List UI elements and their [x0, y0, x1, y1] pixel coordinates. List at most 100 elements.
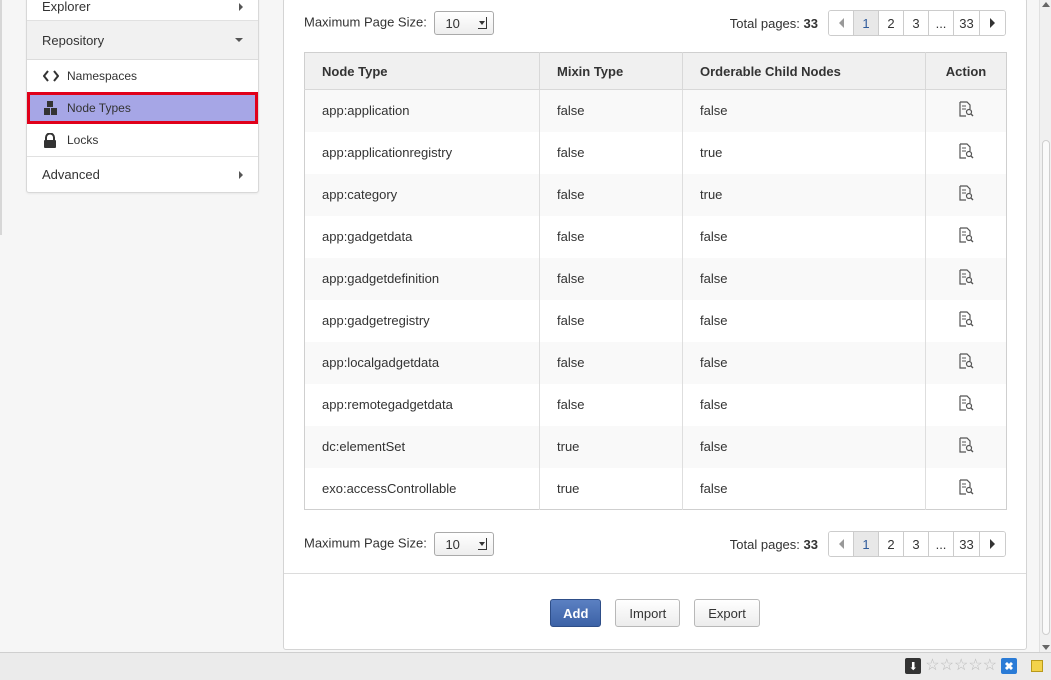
page-link[interactable]: 2: [879, 11, 904, 35]
sidebar-section-label: Advanced: [42, 167, 100, 182]
node-type-cell: app:localgadgetdata: [304, 341, 540, 384]
column-header-action: Action: [925, 52, 1007, 90]
page-ellipsis: ...: [929, 11, 954, 35]
view-document-icon[interactable]: [958, 353, 974, 372]
orderable-cell: false: [682, 425, 926, 468]
page-links: 1 2 3 ... 33: [828, 531, 1006, 557]
node-type-cell: app:gadgetregistry: [304, 299, 540, 342]
dropdown-arrow-icon: [478, 538, 488, 550]
download-icon[interactable]: ⬇: [905, 658, 922, 674]
node-types-table: Node Type Mixin Type Orderable Child Nod…: [304, 52, 1007, 510]
view-document-icon[interactable]: [958, 311, 974, 330]
column-header-orderable[interactable]: Orderable Child Nodes: [682, 52, 926, 90]
sidebar-item-label: Locks: [67, 133, 99, 147]
next-page-button[interactable]: [980, 532, 1005, 556]
action-cell: [925, 341, 1007, 384]
page-size-value: 10: [445, 15, 460, 31]
page-links: 1 2 3 ... 33: [828, 10, 1006, 36]
page-size-label: Maximum Page Size:: [304, 14, 427, 30]
action-cell: [925, 173, 1007, 216]
page-size-value: 10: [445, 536, 460, 552]
sidebar-item-namespaces[interactable]: Namespaces: [27, 60, 258, 92]
node-types-icon: [43, 100, 67, 116]
table-row: exo:accessControllable true false: [304, 467, 1007, 510]
action-cell: [925, 425, 1007, 468]
page-link[interactable]: 2: [879, 532, 904, 556]
orderable-cell: false: [682, 89, 926, 132]
prev-page-button[interactable]: [829, 532, 854, 556]
mixin-type-cell: false: [539, 257, 683, 300]
import-button[interactable]: Import: [615, 599, 681, 627]
node-type-cell: app:gadgetdata: [304, 215, 540, 258]
action-cell: [925, 467, 1007, 510]
column-header-mixin-type[interactable]: Mixin Type: [539, 52, 683, 90]
view-document-icon[interactable]: [958, 269, 974, 288]
sidebar-item-label: Namespaces: [67, 69, 138, 83]
star-rating-icon[interactable]: ☆☆☆☆☆: [925, 658, 997, 674]
orderable-cell: false: [682, 257, 926, 300]
add-button[interactable]: Add: [550, 599, 602, 627]
caret-down-icon: [235, 38, 243, 42]
sidebar-section-explorer[interactable]: Explorer: [27, 0, 258, 21]
view-document-icon[interactable]: [958, 437, 974, 456]
mixin-type-cell: false: [539, 89, 683, 132]
chevron-left-icon: [838, 18, 844, 28]
sidebar-item-label: Node Types: [67, 101, 131, 115]
table-row: app:remotegadgetdata false false: [304, 383, 1007, 426]
mixin-type-cell: false: [539, 299, 683, 342]
view-document-icon[interactable]: [958, 227, 974, 246]
node-type-cell: app:gadgetdefinition: [304, 257, 540, 300]
sidebar-section-advanced[interactable]: Advanced: [27, 156, 258, 192]
table-row: app:applicationregistry false true: [304, 131, 1007, 174]
next-page-button[interactable]: [980, 11, 1005, 35]
total-pages: Total pages: 33: [730, 537, 818, 552]
view-document-icon[interactable]: [958, 143, 974, 162]
page-link[interactable]: 1: [854, 11, 879, 35]
orderable-cell: false: [682, 383, 926, 426]
page-link[interactable]: 3: [904, 532, 929, 556]
chevron-right-icon: [990, 18, 995, 28]
total-pages-label: Total pages:: [729, 15, 800, 31]
action-cell: [925, 257, 1007, 300]
bottom-pager: Maximum Page Size: 10 Total pages: 33 1 …: [304, 531, 1006, 557]
view-document-icon[interactable]: [958, 479, 974, 498]
page-size-select[interactable]: 10: [434, 11, 495, 35]
table-row: app:application false false: [304, 89, 1007, 132]
page-size-select[interactable]: 10: [434, 532, 495, 556]
page-link[interactable]: 33: [954, 11, 980, 35]
view-document-icon[interactable]: [958, 185, 974, 204]
page-link[interactable]: 3: [904, 11, 929, 35]
action-cell: [925, 383, 1007, 426]
sidebar-section-label: Repository: [42, 32, 105, 48]
view-document-icon[interactable]: [958, 395, 974, 414]
mixin-type-cell: false: [539, 173, 683, 216]
status-bar-icons: ⬇ ☆☆☆☆☆ ✖: [905, 658, 1043, 674]
scroll-down-icon[interactable]: [1042, 645, 1050, 650]
extension-icon[interactable]: ✖: [1001, 658, 1017, 674]
sidebar-section-repository[interactable]: Repository: [27, 21, 258, 60]
top-pager: Maximum Page Size: 10 Total pages: 33 1 …: [304, 10, 1006, 36]
prev-page-button[interactable]: [829, 11, 854, 35]
main-panel: Maximum Page Size: 10 Total pages: 33 1 …: [283, 0, 1027, 650]
page-size-control: Maximum Page Size: 10: [304, 11, 495, 35]
page-link[interactable]: 1: [854, 532, 879, 556]
footer-divider: [284, 573, 1026, 574]
total-pages: Total pages: 33: [730, 16, 818, 31]
mixin-type-cell: true: [539, 467, 683, 510]
action-buttons: Add Import Export: [284, 599, 1026, 627]
scroll-up-icon[interactable]: [1042, 2, 1050, 7]
table-row: app:gadgetdefinition false false: [304, 257, 1007, 300]
sidebar-item-locks[interactable]: Locks: [27, 124, 258, 156]
plugin-icon[interactable]: [1031, 660, 1043, 672]
view-document-icon[interactable]: [958, 101, 974, 120]
pagination: Total pages: 33 1 2 3 ... 33: [730, 10, 1006, 36]
sidebar-item-node-types[interactable]: Node Types: [27, 92, 258, 124]
page-scrollbar[interactable]: [1039, 0, 1051, 652]
page-link[interactable]: 33: [954, 532, 980, 556]
caret-right-icon: [239, 2, 243, 11]
sidebar-section-label: Explorer: [42, 0, 91, 14]
column-header-node-type[interactable]: Node Type: [304, 52, 540, 90]
scrollbar-thumb[interactable]: [1042, 140, 1050, 635]
mixin-type-cell: true: [539, 425, 683, 468]
export-button[interactable]: Export: [694, 599, 760, 627]
